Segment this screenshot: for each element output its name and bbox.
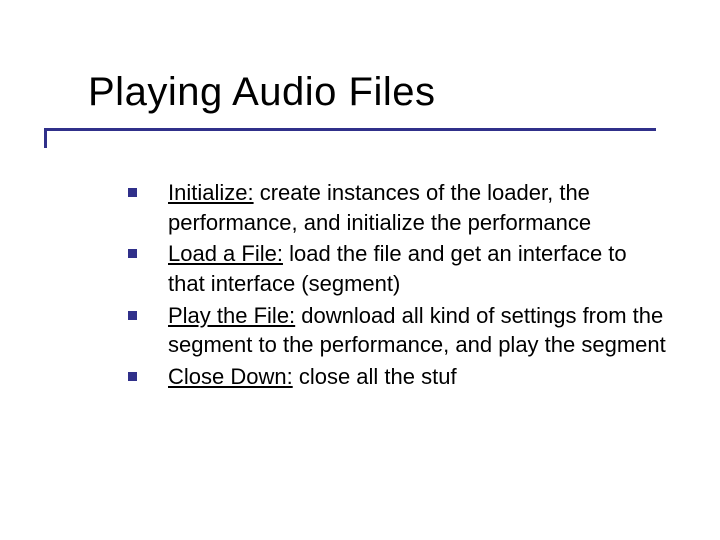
- slide-body: Initialize: create instances of the load…: [128, 178, 668, 394]
- list-item: Close Down: close all the stuf: [128, 362, 668, 392]
- list-item: Load a File: load the file and get an in…: [128, 239, 668, 298]
- item-lead: Play the File:: [168, 303, 295, 328]
- item-lead: Close Down:: [168, 364, 293, 389]
- bullet-icon: [128, 372, 137, 381]
- slide-title: Playing Audio Files: [88, 70, 435, 115]
- list-item: Initialize: create instances of the load…: [128, 178, 668, 237]
- bullet-icon: [128, 188, 137, 197]
- list-item: Play the File: download all kind of sett…: [128, 301, 668, 360]
- bullet-icon: [128, 249, 137, 258]
- item-lead: Load a File:: [168, 241, 283, 266]
- slide: Playing Audio Files Initialize: create i…: [0, 0, 720, 540]
- bullet-icon: [128, 311, 137, 320]
- item-rest: close all the stuf: [293, 364, 457, 389]
- title-tick: [44, 128, 47, 148]
- title-wrap: Playing Audio Files: [88, 70, 435, 115]
- item-lead: Initialize:: [168, 180, 254, 205]
- title-underline: [44, 128, 656, 131]
